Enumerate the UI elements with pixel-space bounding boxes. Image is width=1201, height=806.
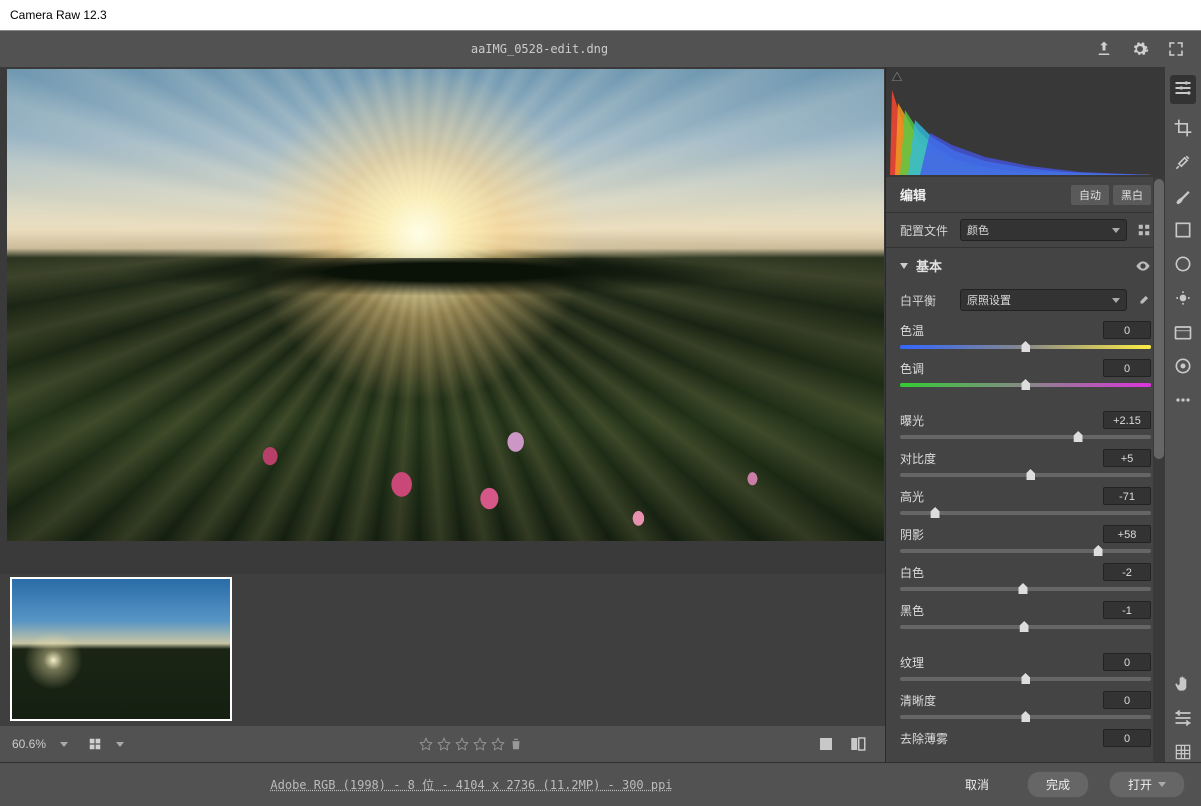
basic-title[interactable]: 基本 — [916, 256, 1127, 275]
export-icon[interactable] — [1095, 40, 1113, 58]
star-icon[interactable] — [473, 737, 487, 751]
slider-whites[interactable]: 白色-2 — [886, 559, 1165, 597]
redeye-icon[interactable] — [1173, 288, 1193, 308]
thumbnail[interactable] — [10, 577, 232, 721]
wb-select[interactable]: 原照设置 — [960, 289, 1127, 311]
image-info[interactable]: Adobe RGB (1998) - 8 位 - 4104 x 2736 (11… — [16, 776, 927, 793]
linear-gradient-icon[interactable] — [1173, 220, 1193, 240]
done-button[interactable]: 完成 — [1027, 771, 1089, 798]
star-icon[interactable] — [491, 737, 505, 751]
more-icon[interactable] — [1173, 390, 1193, 410]
zoom-level[interactable]: 60.6% — [12, 737, 46, 751]
radial-gradient-icon[interactable] — [1173, 254, 1193, 274]
star-icon[interactable] — [419, 737, 433, 751]
tool-strip — [1165, 67, 1201, 762]
zoom-icon[interactable] — [1173, 708, 1193, 728]
profile-grid-icon[interactable] — [1137, 223, 1151, 237]
histogram[interactable] — [886, 67, 1165, 177]
hand-icon[interactable] — [1173, 674, 1193, 694]
chevron-down-icon[interactable] — [900, 263, 908, 269]
before-after-icon[interactable] — [849, 735, 867, 753]
view-dropdown-icon[interactable] — [116, 742, 124, 747]
slider-dehaze[interactable]: 去除薄雾0 — [886, 725, 1165, 749]
slider-highlights[interactable]: 高光-71 — [886, 483, 1165, 521]
slider-clarity[interactable]: 清晰度0 — [886, 687, 1165, 725]
cancel-button[interactable]: 取消 — [947, 772, 1007, 797]
top-bar: aaIMG_0528-edit.dng — [0, 31, 1201, 67]
profile-label: 配置文件 — [900, 222, 950, 239]
eyedropper-icon[interactable] — [1137, 293, 1151, 307]
rating-stars[interactable] — [419, 737, 523, 751]
status-row: 60.6% — [0, 726, 885, 762]
chevron-down-icon — [1112, 228, 1120, 233]
gear-icon[interactable] — [1131, 40, 1149, 58]
scrollbar[interactable] — [1153, 177, 1165, 762]
filename-label: aaIMG_0528-edit.dng — [0, 42, 1079, 56]
open-button[interactable]: 打开 — [1109, 771, 1185, 798]
slider-exposure[interactable]: 曝光+2.15 — [886, 407, 1165, 445]
preview-area[interactable] — [0, 67, 885, 574]
slider-texture[interactable]: 纹理0 — [886, 649, 1165, 687]
auto-button[interactable]: 自动 — [1071, 185, 1109, 205]
star-icon[interactable] — [455, 737, 469, 751]
bw-button[interactable]: 黑白 — [1113, 185, 1151, 205]
eye-icon[interactable] — [1135, 258, 1151, 274]
filmstrip — [0, 574, 885, 726]
slider-blacks[interactable]: 黑色-1 — [886, 597, 1165, 635]
crop-icon[interactable] — [1173, 118, 1193, 138]
highlight-clip-icon[interactable] — [890, 70, 904, 84]
slider-tint[interactable]: 色调0 — [886, 355, 1165, 393]
bottom-bar: Adobe RGB (1998) - 8 位 - 4104 x 2736 (11… — [0, 762, 1201, 806]
presets-icon[interactable] — [1173, 356, 1193, 376]
edit-title: 编辑 — [900, 185, 1067, 204]
slider-contrast[interactable]: 对比度+5 — [886, 445, 1165, 483]
fullscreen-icon[interactable] — [1167, 40, 1185, 58]
single-view-icon[interactable] — [817, 735, 835, 753]
app-title: Camera Raw 12.3 — [10, 8, 107, 22]
preview-image — [7, 69, 884, 541]
grid-icon[interactable] — [1173, 742, 1193, 762]
chevron-down-icon — [1158, 782, 1166, 787]
grid-view-icon[interactable] — [88, 737, 102, 751]
chevron-down-icon — [1112, 298, 1120, 303]
zoom-dropdown-icon[interactable] — [60, 742, 68, 747]
brush-icon[interactable] — [1173, 186, 1193, 206]
star-icon[interactable] — [437, 737, 451, 751]
profile-select[interactable]: 颜色 — [960, 219, 1127, 241]
wb-label: 白平衡 — [900, 292, 950, 309]
snapshot-icon[interactable] — [1173, 322, 1193, 342]
edit-sliders-icon[interactable] — [1173, 78, 1193, 98]
title-bar: Camera Raw 12.3 — [0, 0, 1201, 31]
trash-icon[interactable] — [509, 737, 523, 751]
slider-shadows[interactable]: 阴影+58 — [886, 521, 1165, 559]
heal-icon[interactable] — [1173, 152, 1193, 172]
slider-temp[interactable]: 色温0 — [886, 317, 1165, 355]
